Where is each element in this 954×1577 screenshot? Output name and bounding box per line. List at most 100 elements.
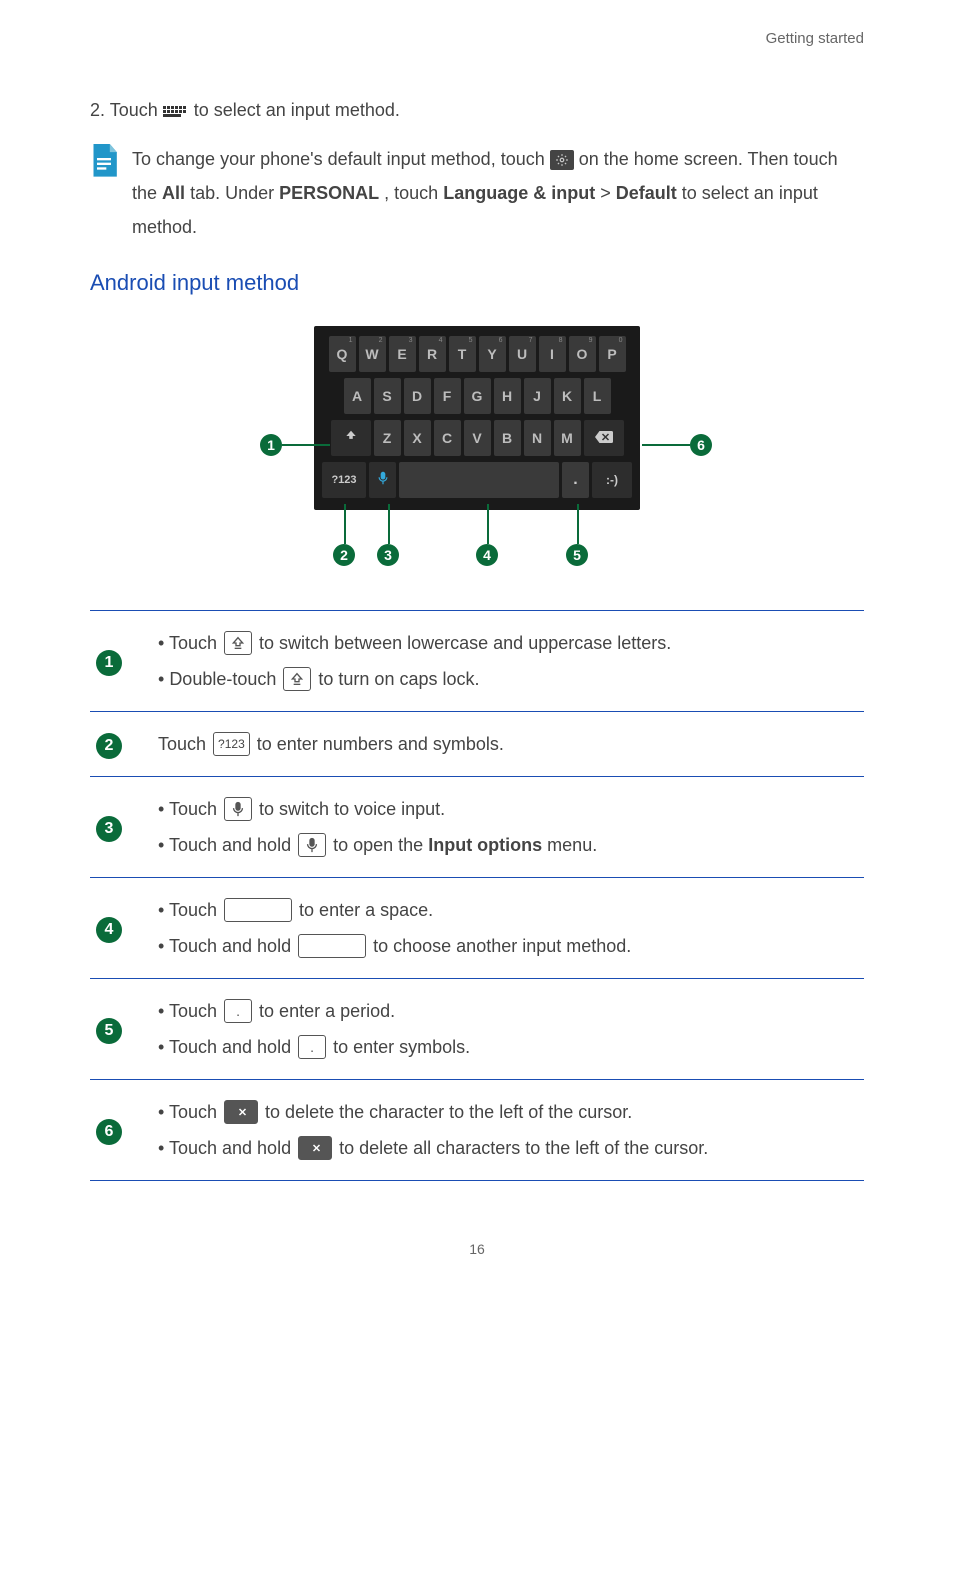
section-title: Android input method <box>90 270 864 296</box>
table-row-3: 3 Touch to switch to voice input. Touch … <box>90 776 864 877</box>
step2-text-a: 2. Touch <box>90 100 163 120</box>
r1b-post: to turn on caps lock. <box>318 669 479 689</box>
row-num-5: 5 <box>96 1018 122 1044</box>
r4a-post: to enter a space. <box>299 900 433 920</box>
key-x: X <box>404 420 431 456</box>
key-v: V <box>464 420 491 456</box>
note-text: To change your phone's default input met… <box>132 142 864 245</box>
r6b-post: to delete all characters to the left of … <box>339 1138 708 1158</box>
key-t: T5 <box>449 336 476 372</box>
callout-5-line <box>577 504 579 544</box>
key-123-icon: ?123 <box>213 732 250 756</box>
key-n: N <box>524 420 551 456</box>
key-smile: :-) <box>592 462 632 498</box>
r4b-post: to choose another input method. <box>373 936 631 956</box>
note-all: All <box>162 183 185 203</box>
r6a-post: to delete the character to the left of t… <box>265 1102 632 1122</box>
kb-row-3: Z X C V B N M <box>322 420 632 456</box>
r5a-post: to enter a period. <box>259 1001 395 1021</box>
key-f: F <box>434 378 461 414</box>
r1a-post: to switch between lowercase and uppercas… <box>259 633 671 653</box>
r5b-pre: Touch and hold <box>169 1037 296 1057</box>
note-personal: PERSONAL <box>279 183 379 203</box>
callout-3: 3 <box>377 544 399 566</box>
key-c: C <box>434 420 461 456</box>
table-row-2: 2 Touch ?123 to enter numbers and symbol… <box>90 711 864 776</box>
key-123: ?123 <box>322 462 366 498</box>
callout-4-line <box>487 504 489 544</box>
table-row-6: 6 Touch to delete the character to the l… <box>90 1079 864 1180</box>
key-delete <box>584 420 624 456</box>
key-p: P0 <box>599 336 626 372</box>
r3b-pre: Touch and hold <box>169 835 296 855</box>
settings-gear-icon <box>550 150 574 170</box>
period-key-icon-2: . <box>298 1035 326 1059</box>
row-num-6: 6 <box>96 1119 122 1145</box>
r4a-pre: Touch <box>169 900 222 920</box>
backspace-icon-2 <box>298 1136 332 1160</box>
callout-1-line <box>282 444 330 446</box>
callout-6-line <box>642 444 690 446</box>
step2-text-b: to select an input method. <box>194 100 400 120</box>
instruction-table: 1 Touch to switch between lowercase and … <box>90 610 864 1181</box>
key-s: S <box>374 378 401 414</box>
keyboard: Q1 W2 E3 R4 T5 Y6 U7 I8 O9 P0 A S D F G … <box>314 326 640 510</box>
shift-up-icon-2 <box>283 667 311 691</box>
kb-row-2: A S D F G H J K L <box>322 378 632 414</box>
step-2: 2. Touch to select an input method. <box>90 97 864 124</box>
mic-icon <box>224 797 252 821</box>
key-h: H <box>494 378 521 414</box>
callout-4: 4 <box>476 544 498 566</box>
key-k: K <box>554 378 581 414</box>
row-num-4: 4 <box>96 917 122 943</box>
spacebar-icon-2 <box>298 934 366 958</box>
keyboard-figure: Q1 W2 E3 R4 T5 Y6 U7 I8 O9 P0 A S D F G … <box>242 326 712 570</box>
key-o: O9 <box>569 336 596 372</box>
table-row-4: 4 Touch to enter a space. Touch and hold… <box>90 877 864 978</box>
callout-3-line <box>388 504 390 544</box>
r2-post: to enter numbers and symbols. <box>257 734 504 754</box>
key-l: L <box>584 378 611 414</box>
r3b-post: menu. <box>542 835 597 855</box>
key-mic <box>369 462 396 498</box>
key-j: J <box>524 378 551 414</box>
note-a: To change your phone's default input met… <box>132 149 550 169</box>
period-key-icon: . <box>224 999 252 1023</box>
page-number: 16 <box>90 1241 864 1257</box>
r3a-post: to switch to voice input. <box>259 799 445 819</box>
key-m: M <box>554 420 581 456</box>
key-z: Z <box>374 420 401 456</box>
note-lang: Language & input <box>443 183 595 203</box>
key-g: G <box>464 378 491 414</box>
r6b-pre: Touch and hold <box>169 1138 296 1158</box>
key-period: . <box>562 462 589 498</box>
callout-2-line <box>344 504 346 544</box>
key-r: R4 <box>419 336 446 372</box>
r2-pre: Touch <box>158 734 211 754</box>
row-num-1: 1 <box>96 650 122 676</box>
page-header: Getting started <box>90 30 864 47</box>
callout-5: 5 <box>566 544 588 566</box>
r3b-bold: Input options <box>428 835 542 855</box>
note-default: Default <box>616 183 677 203</box>
callout-6: 6 <box>690 434 712 456</box>
spacebar-icon <box>224 898 292 922</box>
key-i: I8 <box>539 336 566 372</box>
key-d: D <box>404 378 431 414</box>
r3a-pre: Touch <box>169 799 222 819</box>
key-q: Q1 <box>329 336 356 372</box>
keyboard-icon <box>163 106 189 117</box>
note-doc-icon <box>90 144 118 176</box>
callout-2: 2 <box>333 544 355 566</box>
r6a-pre: Touch <box>169 1102 222 1122</box>
backspace-icon <box>224 1100 258 1124</box>
r3b-mid: to open the <box>333 835 428 855</box>
note-block: To change your phone's default input met… <box>90 142 864 245</box>
r1b-pre: Double-touch <box>169 669 281 689</box>
key-w: W2 <box>359 336 386 372</box>
note-c: tab. Under <box>190 183 279 203</box>
key-u: U7 <box>509 336 536 372</box>
note-gt: > <box>600 183 616 203</box>
r1a-pre: Touch <box>169 633 222 653</box>
kb-row-4: ?123 . :-) <box>322 462 632 498</box>
